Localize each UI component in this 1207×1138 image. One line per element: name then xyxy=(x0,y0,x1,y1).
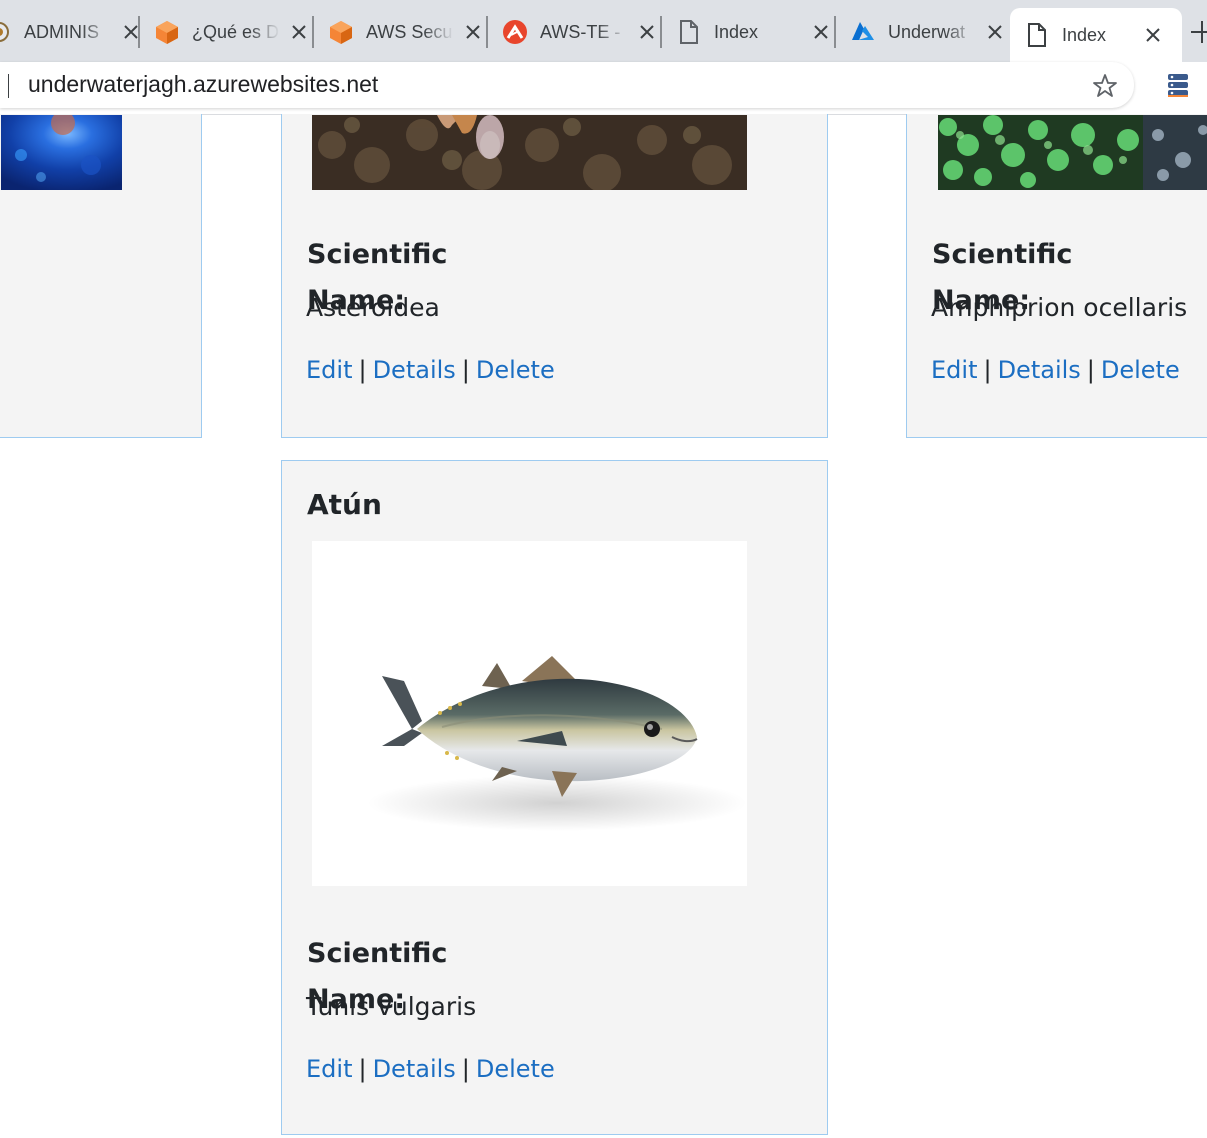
separator: | xyxy=(358,356,367,384)
page-icon xyxy=(1024,22,1050,48)
red-logo-icon xyxy=(502,19,528,45)
close-icon[interactable] xyxy=(636,21,658,43)
address-bar[interactable]: underwaterjagh.azurewebsites.net xyxy=(0,62,1134,108)
edit-link[interactable]: Edit xyxy=(306,356,352,384)
tab-title: AWS-TE - xyxy=(540,21,621,42)
tab-separator xyxy=(138,16,140,48)
separator: | xyxy=(461,1055,470,1083)
close-icon[interactable] xyxy=(462,21,484,43)
tab-title: Index xyxy=(714,21,759,42)
card-actions: Edit | Details | Delete xyxy=(306,356,555,384)
close-icon[interactable] xyxy=(1142,24,1164,46)
species-card: Scientific Name: Amphiprion ocellaris Ed… xyxy=(906,114,1207,438)
extension-icon[interactable] xyxy=(1165,72,1191,98)
scientific-name-value: Tunis vulgaris xyxy=(306,992,477,1021)
separator: | xyxy=(983,356,992,384)
delete-link[interactable]: Delete xyxy=(476,1055,555,1083)
species-card: Scientific Name: Asteroidea Edit | Details… xyxy=(281,114,828,438)
scientific-name-value: Asteroidea xyxy=(306,293,440,322)
new-tab-icon[interactable] xyxy=(1188,18,1207,46)
edit-link[interactable]: Edit xyxy=(306,1055,352,1083)
delete-link[interactable]: Delete xyxy=(476,356,555,384)
card-actions: Edit | Details | Delete xyxy=(931,356,1180,384)
separator: | xyxy=(1086,356,1095,384)
browser-tab[interactable]: AWS Secu xyxy=(328,8,484,56)
green-anemone-image xyxy=(938,115,1207,190)
page-content: Scientific Name: Asteroidea Edit | Details… xyxy=(0,114,1207,1138)
browser-tab[interactable]: ¿Qué es D xyxy=(154,8,310,56)
close-icon[interactable] xyxy=(984,21,1006,43)
details-link[interactable]: Details xyxy=(373,1055,456,1083)
close-icon[interactable] xyxy=(810,21,832,43)
browser-tab[interactable]: Underwat xyxy=(850,8,1006,56)
edit-link[interactable]: Edit xyxy=(931,356,977,384)
card-actions: Edit | Details | Delete xyxy=(306,1055,555,1083)
chrome-extension-icon xyxy=(0,19,12,45)
separator: | xyxy=(461,356,470,384)
blue-coral-image xyxy=(1,115,122,190)
browser-tab-active[interactable]: Index xyxy=(1010,8,1182,62)
close-icon[interactable] xyxy=(288,21,310,43)
aws-cube-icon xyxy=(154,19,180,45)
tab-title: AWS Secu xyxy=(366,21,453,42)
tab-title: ADMINIS xyxy=(24,21,100,42)
starfish-reef-image xyxy=(312,115,747,190)
browser-toolbar: underwaterjagh.azurewebsites.net xyxy=(0,62,1207,115)
scientific-name-value: Amphiprion ocellaris xyxy=(931,293,1188,322)
separator: | xyxy=(358,1055,367,1083)
tab-separator xyxy=(834,16,836,48)
details-link[interactable]: Details xyxy=(998,356,1081,384)
details-link[interactable]: Details xyxy=(373,356,456,384)
delete-link[interactable]: Delete xyxy=(1101,356,1180,384)
tab-separator xyxy=(486,16,488,48)
browser-tab[interactable]: AWS-TE - xyxy=(502,8,658,56)
tab-separator xyxy=(312,16,314,48)
page-icon xyxy=(676,19,702,45)
tab-title: Index xyxy=(1062,24,1107,45)
url-text[interactable]: underwaterjagh.azurewebsites.net xyxy=(28,71,378,98)
browser-tab[interactable]: ADMINIS xyxy=(0,8,142,56)
species-card xyxy=(0,114,202,438)
species-card: Atún Scientific Name: Tunis vulgaris Edi… xyxy=(281,460,828,1135)
tuna-fish-image xyxy=(312,541,747,886)
card-title: Atún xyxy=(307,488,382,521)
azure-icon xyxy=(850,19,876,45)
text-cursor xyxy=(8,74,9,98)
browser-tab[interactable]: Index xyxy=(676,8,832,56)
bookmark-star-icon[interactable] xyxy=(1091,72,1119,100)
tab-title: Underwat xyxy=(888,21,966,42)
tab-strip: ADMINIS ¿Qué es D AWS Secu AWS-TE - Inde… xyxy=(0,0,1207,62)
tab-title: ¿Qué es D xyxy=(192,21,280,42)
aws-cube-icon xyxy=(328,19,354,45)
tab-separator xyxy=(660,16,662,48)
